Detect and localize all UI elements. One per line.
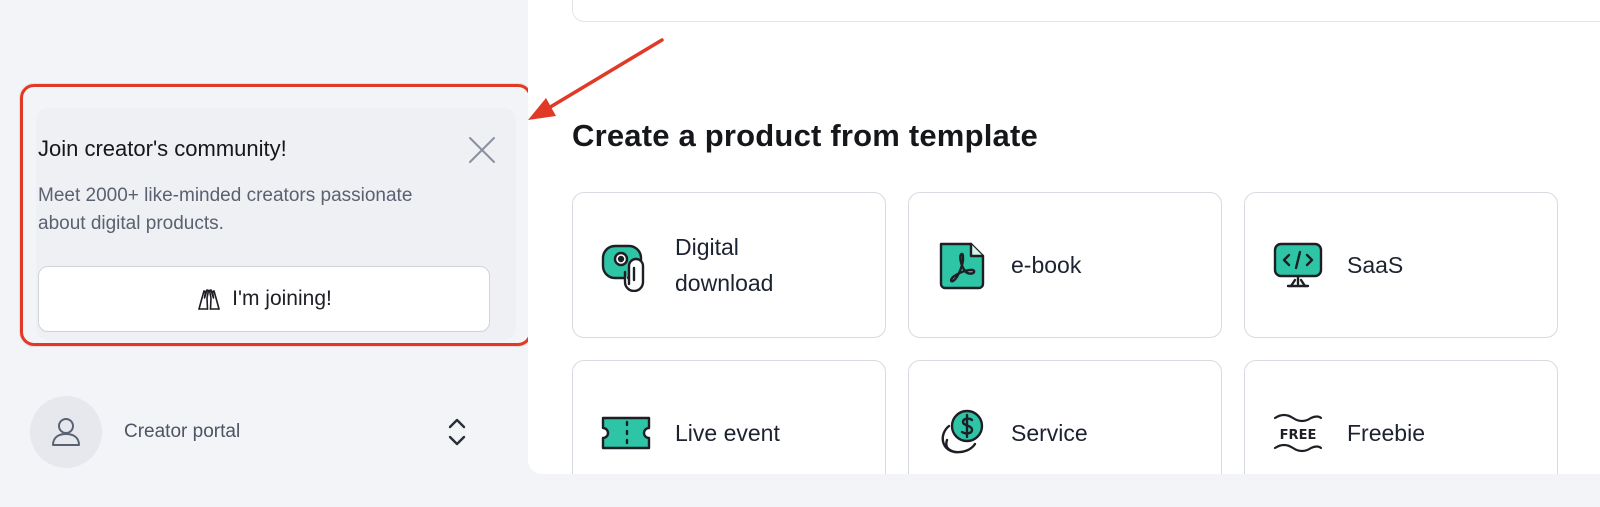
pdf-icon [935,238,989,292]
template-label: Digital download [675,234,774,296]
template-tile-live-event[interactable]: Live event [572,360,886,474]
join-button-label: I'm joining! [232,287,332,310]
svg-text:FREE: FREE [1280,428,1317,443]
free-tag-icon: FREE [1271,406,1325,460]
close-icon[interactable] [464,132,500,168]
template-label: Service [1011,420,1088,446]
promo-title: Join creator's community! [38,136,287,161]
user-icon [30,396,102,468]
creator-portal-switcher[interactable]: Creator portal [30,396,480,468]
community-promo-card: Join creator's community! Meet 2000+ lik… [36,108,516,340]
app-page: Join creator's community! Meet 2000+ lik… [0,0,1600,507]
template-tile-service[interactable]: Service [908,360,1222,474]
digital-download-icon [599,238,653,292]
template-tile-freebie[interactable]: FREE Freebie [1244,360,1558,474]
promo-description: Meet 2000+ like-minded creators passiona… [38,185,413,234]
template-label: Live event [675,420,780,446]
dollar-coin-icon [935,406,989,460]
top-card [572,0,1600,22]
template-label: e-book [1011,252,1082,278]
join-community-button[interactable]: I'm joining! [38,266,490,332]
chevron-up-down-icon[interactable] [442,414,472,450]
template-tile-ebook[interactable]: e-book [908,192,1222,338]
section-title: Create a product from template [572,118,1038,153]
template-tile-digital-download[interactable]: Digital download [572,192,886,338]
code-monitor-icon [1271,238,1325,292]
sidebar: Join creator's community! Meet 2000+ lik… [0,0,538,507]
template-label: Freebie [1347,420,1425,446]
portal-label: Creator portal [124,421,241,442]
ticket-icon [599,406,653,460]
high-five-icon [196,286,222,312]
template-label: SaaS [1347,252,1404,278]
main-panel: Create a product from template Digital d… [528,0,1600,474]
template-tile-saas[interactable]: SaaS [1244,192,1558,338]
